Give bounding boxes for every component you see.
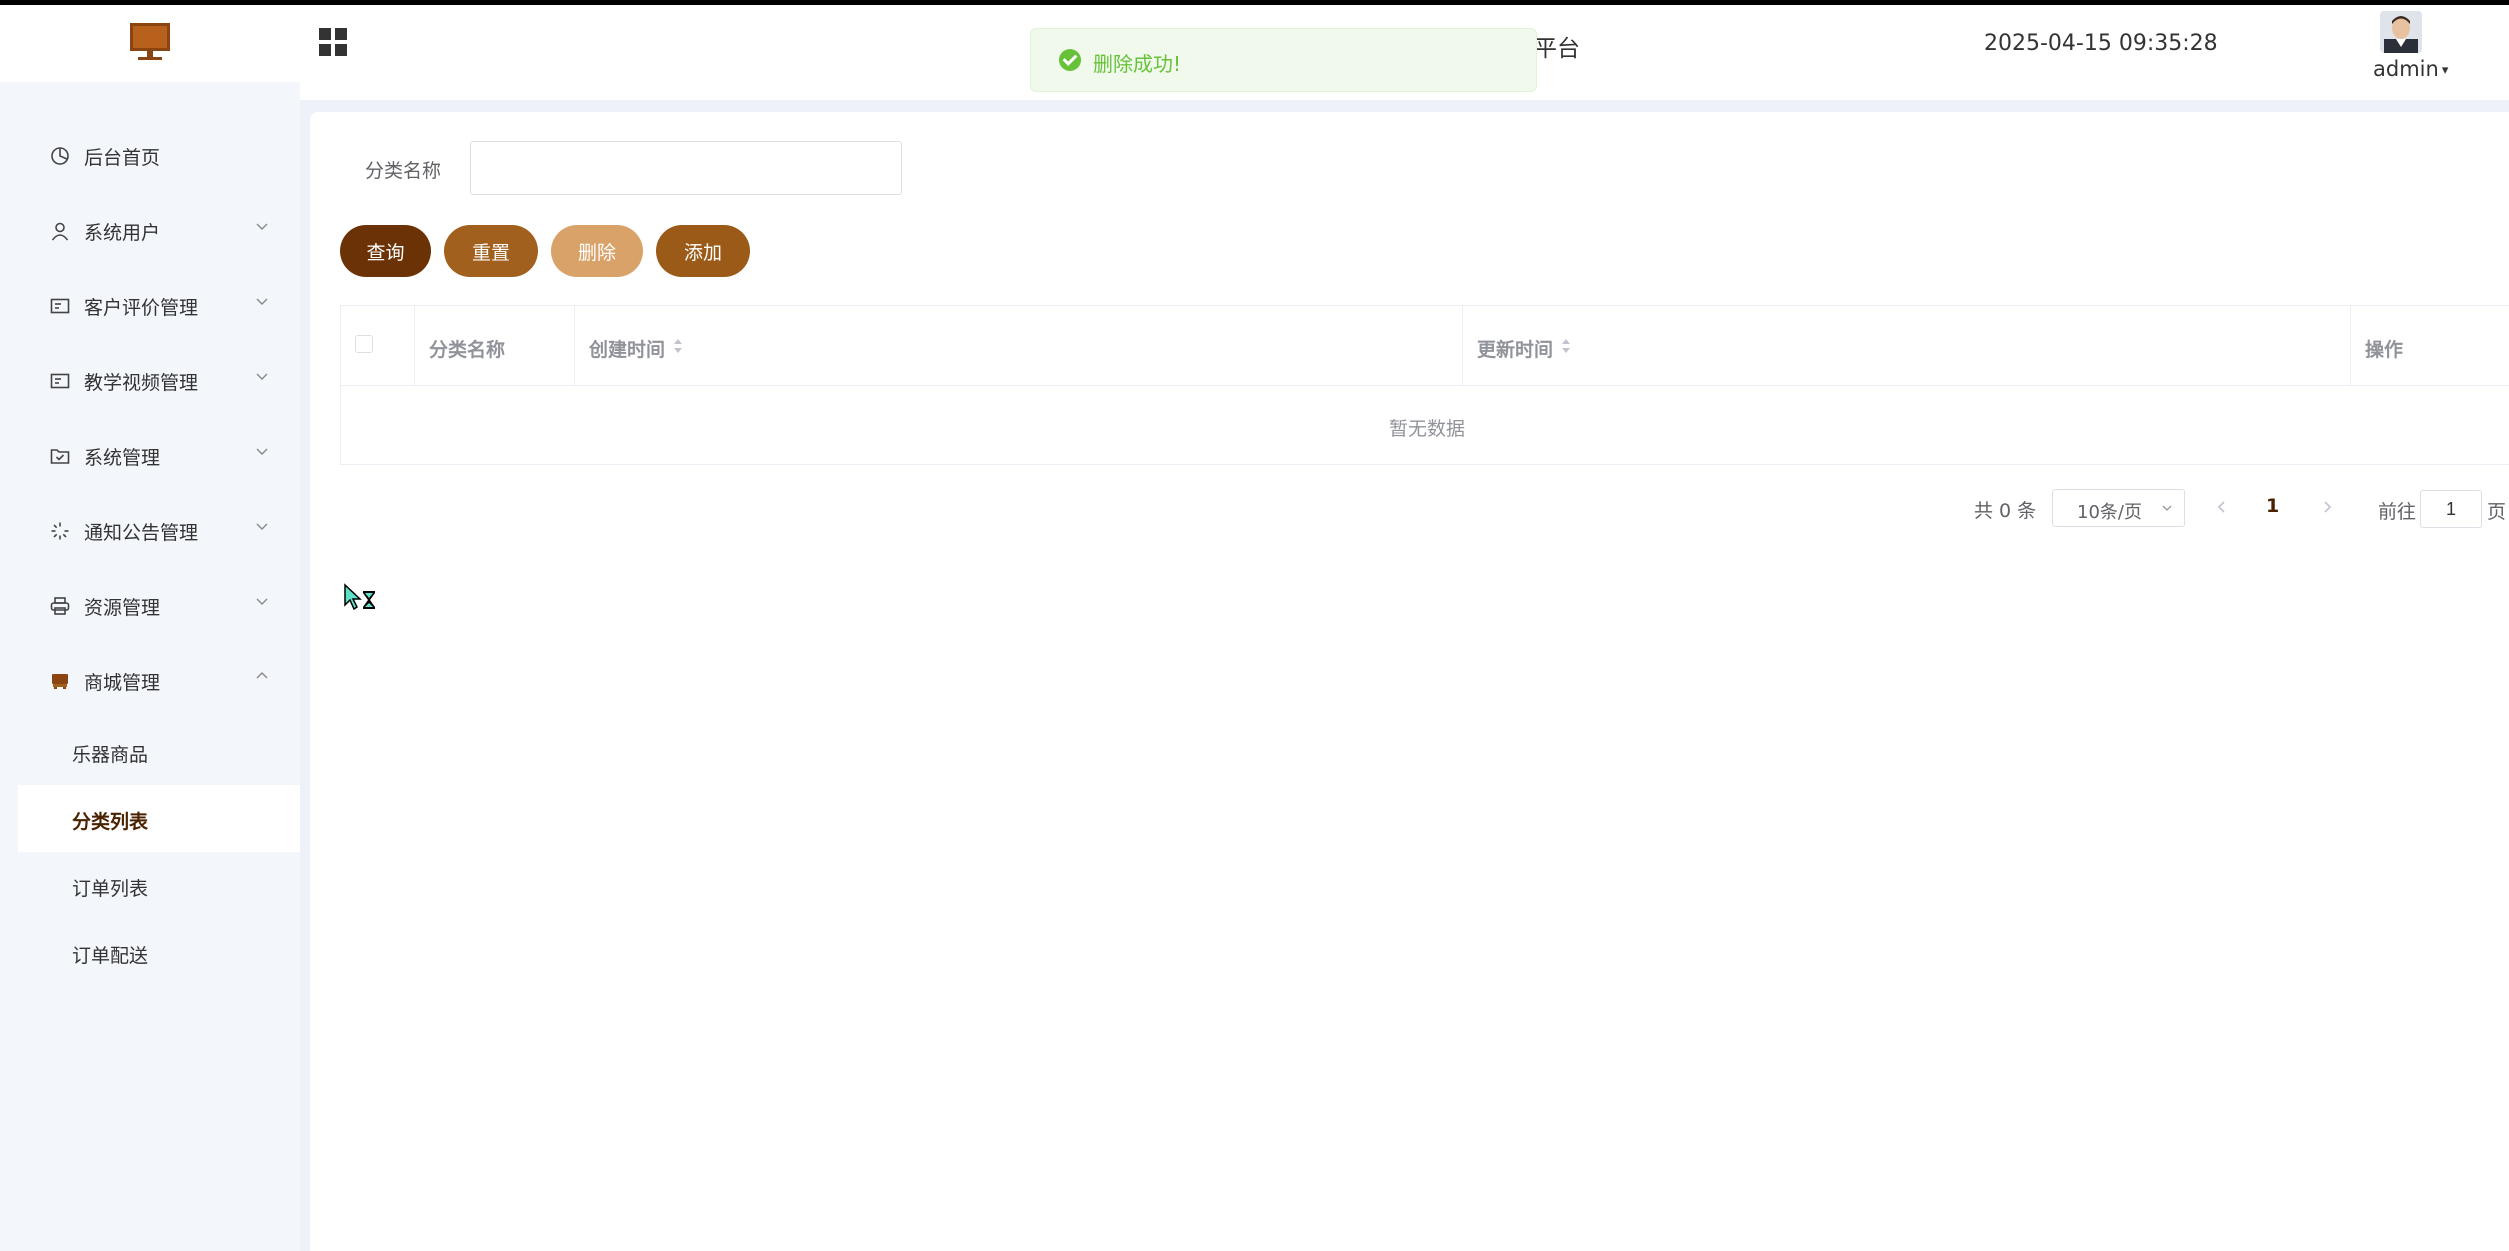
pie-chart-icon xyxy=(51,147,69,165)
chevron-down-icon xyxy=(256,223,268,230)
sidebar-subitem-label: 订单配送 xyxy=(72,945,149,967)
category-table: 分类名称 创建时间 更新时间 操作 暂无数据 xyxy=(340,305,2509,465)
add-button[interactable]: 添加 xyxy=(656,225,750,277)
busy-cursor-icon xyxy=(344,583,375,611)
goto-suffix: 页 xyxy=(2487,501,2507,523)
sidebar-item-system-management[interactable]: 系统管理 xyxy=(0,418,300,493)
chevron-down-icon xyxy=(256,298,268,305)
sidebar-subitem-order-delivery[interactable]: 订单配送 xyxy=(18,919,300,986)
user-name: admin xyxy=(2373,57,2439,81)
table-header: 分类名称 创建时间 更新时间 操作 xyxy=(341,306,2509,386)
sidebar-item-teaching-videos[interactable]: 教学视频管理 xyxy=(0,343,300,418)
sidebar-subitem-label: 订单列表 xyxy=(72,878,149,900)
sidebar-item-label: 通知公告管理 xyxy=(84,522,199,544)
search-label: 分类名称 xyxy=(365,160,442,182)
user-icon xyxy=(51,222,69,241)
sidebar-item-system-users[interactable]: 系统用户 xyxy=(0,193,300,268)
sort-caret-icon[interactable] xyxy=(1561,337,1571,355)
delete-button[interactable]: 删除 xyxy=(551,225,643,277)
chevron-down-icon xyxy=(256,523,268,530)
avatar-image-icon xyxy=(2380,11,2422,53)
page-size-value: 10条/页 xyxy=(2077,502,2142,523)
column-label: 创建时间 xyxy=(589,339,666,361)
user-menu[interactable]: admin ▾ xyxy=(2373,57,2448,81)
caret-down-icon: ▾ xyxy=(2441,63,2449,78)
sidebar-item-notices[interactable]: 通知公告管理 xyxy=(0,493,300,568)
sidebar-item-label: 客户评价管理 xyxy=(84,297,199,319)
category-name-input[interactable] xyxy=(470,141,902,195)
table-empty-row: 暂无数据 xyxy=(341,386,2509,464)
sidebar-item-shop-management[interactable]: 商城管理 xyxy=(0,643,300,718)
column-label: 操作 xyxy=(2365,339,2404,361)
loading-icon xyxy=(51,522,69,540)
next-page-icon[interactable] xyxy=(2317,497,2337,517)
chevron-down-icon xyxy=(256,373,268,380)
sidebar-item-resources[interactable]: 资源管理 xyxy=(0,568,300,643)
sidebar-item-label: 系统管理 xyxy=(84,447,161,469)
sidebar-item-label: 资源管理 xyxy=(84,597,161,619)
sort-caret-icon[interactable] xyxy=(673,337,683,355)
sidebar-item-label: 后台首页 xyxy=(84,147,161,169)
sidebar-item-home[interactable]: 后台首页 xyxy=(0,118,300,193)
sidebar-subitem-order-list[interactable]: 订单列表 xyxy=(18,852,300,919)
sidebar-item-label: 教学视频管理 xyxy=(84,372,199,394)
avatar[interactable] xyxy=(2380,11,2422,53)
chevron-down-icon xyxy=(256,448,268,455)
sidebar-item-label: 商城管理 xyxy=(84,672,161,694)
current-page-number[interactable]: 1 xyxy=(2266,495,2279,517)
shop-icon xyxy=(52,674,68,689)
select-all-checkbox[interactable] xyxy=(355,335,373,353)
query-button[interactable]: 查询 xyxy=(340,225,431,277)
printer-icon xyxy=(50,597,70,615)
pagination-total: 共 0 条 xyxy=(1974,500,2037,522)
card-icon xyxy=(50,298,70,314)
column-actions: 操作 xyxy=(2351,306,2509,385)
sidebar-item-label: 系统用户 xyxy=(84,222,161,244)
sidebar-subitem-label: 分类列表 xyxy=(72,811,149,833)
monitor-logo-icon xyxy=(130,23,170,60)
chevron-down-icon xyxy=(256,598,268,605)
sidebar-subitem-label: 乐器商品 xyxy=(72,744,149,766)
select-all-cell xyxy=(341,306,415,385)
success-toast: 删除成功! xyxy=(1030,28,1537,92)
column-label: 更新时间 xyxy=(1477,339,1554,361)
prev-page-icon[interactable] xyxy=(2212,497,2232,517)
column-label: 分类名称 xyxy=(429,339,506,361)
platform-title: 平台 xyxy=(1534,36,1580,62)
sidebar: 后台首页 系统用户 客户评价管理 教学视频管理 系统管理 通知公告管理 资源管理… xyxy=(0,82,300,1251)
column-category-name: 分类名称 xyxy=(415,306,575,385)
reset-button[interactable]: 重置 xyxy=(444,225,538,277)
grid-menu-icon[interactable] xyxy=(318,27,348,57)
content-panel xyxy=(310,112,2509,1251)
sidebar-subitem-category-list[interactable]: 分类列表 xyxy=(18,785,300,852)
empty-text: 暂无数据 xyxy=(1389,418,1466,440)
sidebar-item-customer-reviews[interactable]: 客户评价管理 xyxy=(0,268,300,343)
page-size-select[interactable]: 10条/页 xyxy=(2052,489,2185,527)
column-created-time: 创建时间 xyxy=(575,306,1463,385)
folder-check-icon xyxy=(50,449,70,464)
card-icon xyxy=(50,373,70,389)
goto-label: 前往 xyxy=(2378,501,2417,523)
chevron-down-icon xyxy=(2162,505,2172,511)
check-circle-icon xyxy=(1059,49,1081,71)
goto-page-input[interactable] xyxy=(2420,490,2482,528)
column-updated-time: 更新时间 xyxy=(1463,306,2351,385)
current-datetime: 2025-04-15 09:35:28 xyxy=(1984,31,2218,56)
chevron-up-icon xyxy=(256,672,268,679)
toast-message: 删除成功! xyxy=(1093,52,1182,76)
sidebar-subitem-instrument-products[interactable]: 乐器商品 xyxy=(18,718,300,785)
